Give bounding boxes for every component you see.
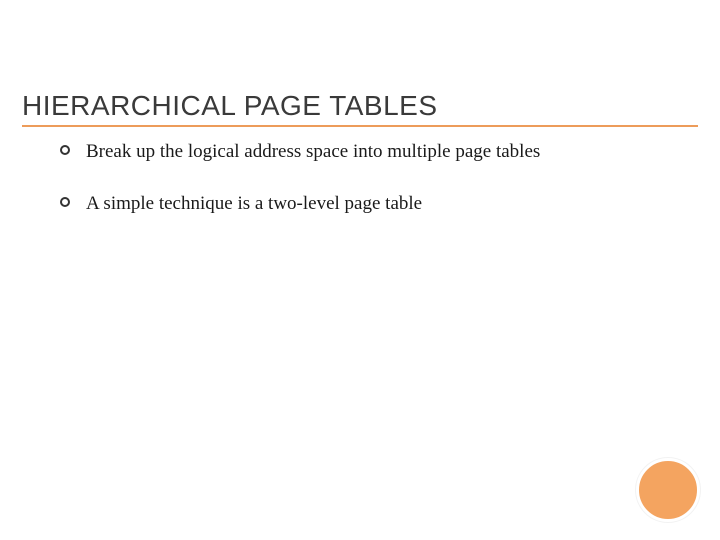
bullet-icon [60, 197, 70, 207]
bullet-text: A simple technique is a two-level page t… [86, 192, 660, 216]
slide-body: Break up the logical address space into … [60, 140, 660, 244]
list-item: A simple technique is a two-level page t… [60, 192, 660, 216]
decorative-circle-icon [636, 458, 700, 522]
bullet-icon [60, 145, 70, 155]
list-item: Break up the logical address space into … [60, 140, 660, 164]
bullet-text: Break up the logical address space into … [86, 140, 660, 164]
slide: HIERARCHICAL PAGE TABLES Break up the lo… [0, 0, 720, 540]
title-underline [22, 125, 698, 127]
slide-title: HIERARCHICAL PAGE TABLES [22, 90, 438, 122]
